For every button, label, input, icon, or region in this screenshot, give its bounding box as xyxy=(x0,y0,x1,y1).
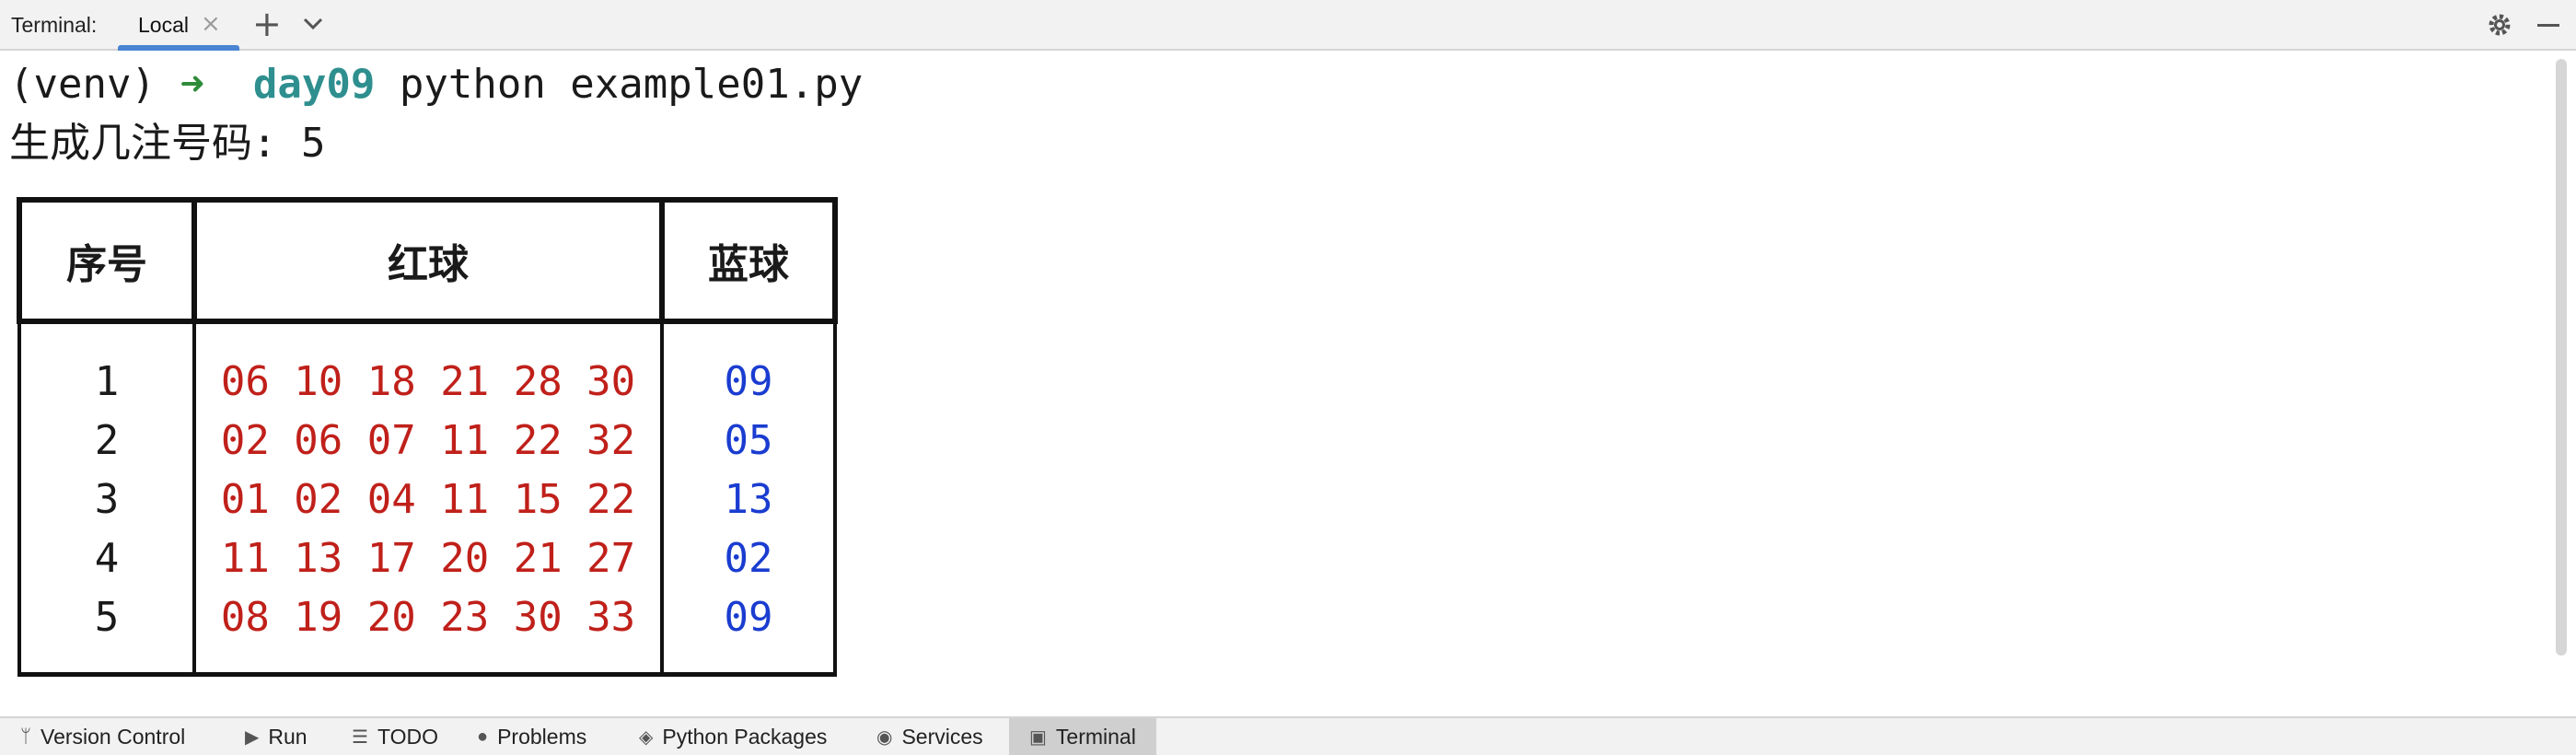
tab-local[interactable]: Local × xyxy=(118,0,239,51)
bottom-item-label: TODO xyxy=(377,724,438,749)
row-index: 2 xyxy=(17,411,196,470)
prompt-venv: (venv) xyxy=(9,61,180,108)
bottom-item-label: Problems xyxy=(497,724,587,749)
table-row: 4 11 13 17 20 21 27 02 xyxy=(17,528,837,587)
bottom-item-todo[interactable]: ☰ TODO xyxy=(352,718,438,755)
header-index: 序号 xyxy=(17,197,197,324)
header-red-balls: 红球 xyxy=(191,197,665,324)
row-blue-ball: 09 xyxy=(660,352,837,411)
table-row: 1 06 10 18 21 28 30 09 xyxy=(17,352,837,411)
command-text: python example01.py xyxy=(375,61,864,108)
bottom-item-terminal[interactable]: ▣ Terminal xyxy=(1009,718,1156,755)
active-tab-indicator xyxy=(118,45,239,51)
table-row: 5 08 19 20 23 30 33 09 xyxy=(17,587,837,646)
add-tab-button[interactable]: + xyxy=(252,4,282,44)
services-icon: ◉ xyxy=(876,726,893,748)
bottom-item-label: Terminal xyxy=(1055,724,1136,749)
row-red-balls: 11 13 17 20 21 27 xyxy=(192,528,664,587)
row-red-balls: 01 02 04 11 15 22 xyxy=(192,470,664,528)
lottery-table: 序号 红球 蓝球 1 06 10 18 21 28 30 09 2 02 06 … xyxy=(17,197,838,677)
header-blue-ball: 蓝球 xyxy=(659,197,838,324)
layers-icon: ◈ xyxy=(639,726,654,748)
tool-window-header: Terminal: Local × + xyxy=(0,0,2576,51)
tool-window-title: Terminal: xyxy=(11,13,98,37)
bottom-item-version-control[interactable]: ᛘ Version Control xyxy=(20,718,185,755)
bottom-item-label: Version Control xyxy=(41,724,186,749)
row-blue-ball: 13 xyxy=(660,470,837,528)
input-prompt-line: 生成几注号码: 5 xyxy=(9,120,326,167)
list-icon: ☰ xyxy=(352,726,368,748)
row-blue-ball: 02 xyxy=(660,528,837,587)
row-blue-ball: 09 xyxy=(660,587,837,646)
branch-icon: ᛘ xyxy=(20,726,31,747)
row-red-balls: 08 19 20 23 30 33 xyxy=(192,587,664,646)
row-index: 1 xyxy=(17,352,196,411)
play-icon: ▶ xyxy=(245,726,260,748)
row-index: 5 xyxy=(17,587,196,646)
bottom-item-services[interactable]: ◉ Services xyxy=(876,718,983,755)
bottom-item-label: Services xyxy=(901,724,983,749)
bottom-item-label: Run xyxy=(268,724,307,749)
chevron-down-icon[interactable] xyxy=(300,13,326,35)
bottom-tool-bar: ᛘ Version Control ▶ Run ☰ TODO ● Problem… xyxy=(0,716,2576,755)
gear-icon[interactable] xyxy=(2486,11,2513,39)
bottom-item-run[interactable]: ▶ Run xyxy=(245,718,307,755)
table-row: 2 02 06 07 11 22 32 05 xyxy=(17,411,837,470)
prompt-arrow: ➜ xyxy=(180,61,204,108)
bottom-item-problems[interactable]: ● Problems xyxy=(477,718,586,755)
vertical-scrollbar[interactable] xyxy=(2556,59,2567,656)
terminal-output[interactable]: (venv) ➜ day09 python example01.py 生成几注号… xyxy=(9,55,863,173)
problems-icon: ● xyxy=(477,726,489,747)
table-row: 3 01 02 04 11 15 22 13 xyxy=(17,470,837,528)
row-red-balls: 06 10 18 21 28 30 xyxy=(192,352,664,411)
minimize-icon[interactable] xyxy=(2537,24,2559,27)
prompt-directory: day09 xyxy=(252,61,376,108)
bottom-item-label: Python Packages xyxy=(662,724,828,749)
terminal-icon: ▣ xyxy=(1029,726,1047,748)
row-index: 3 xyxy=(17,470,196,528)
tab-label: Local xyxy=(138,13,189,37)
row-blue-ball: 05 xyxy=(660,411,837,470)
row-index: 4 xyxy=(17,528,196,587)
close-icon[interactable]: × xyxy=(201,10,221,38)
bottom-item-python-packages[interactable]: ◈ Python Packages xyxy=(639,718,827,755)
row-red-balls: 02 06 07 11 22 32 xyxy=(192,411,664,470)
